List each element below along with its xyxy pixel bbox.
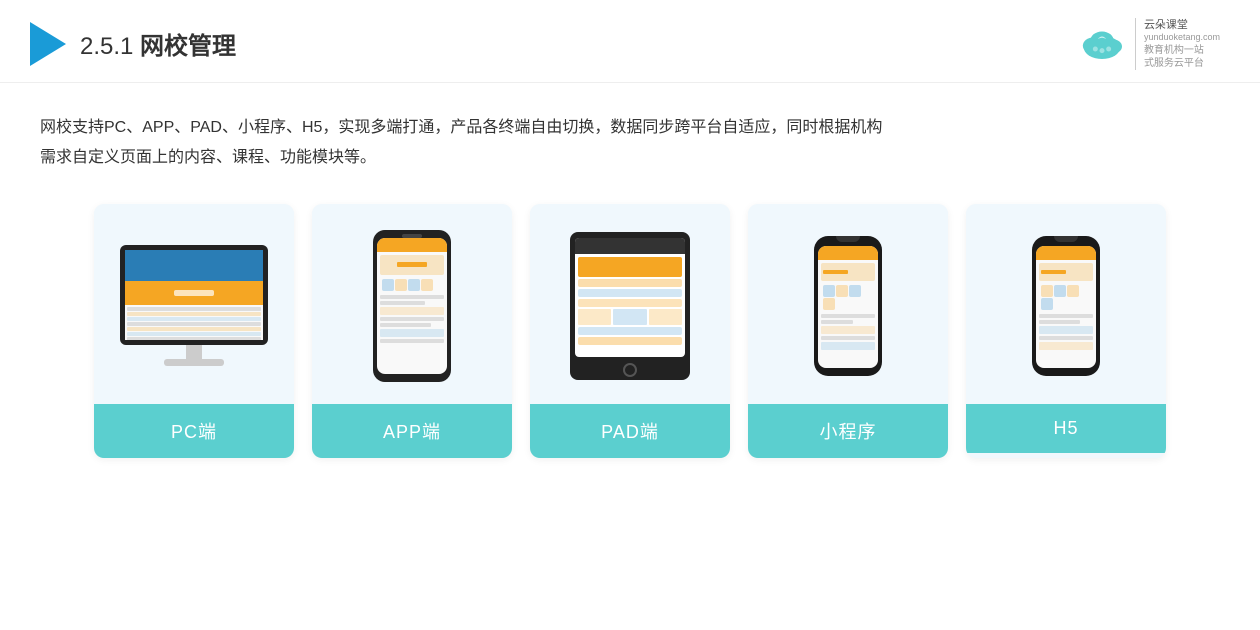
phone-device-app [373,230,451,382]
page-header: 2.5.1 网校管理 云朵课堂 yunduoketang.com 教育机构一站 … [0,0,1260,83]
card-miniprogram-image [748,204,948,404]
phone-screen-app [377,238,447,374]
description-block: 网校支持PC、APP、PAD、小程序、H5，实现多端打通，产品各终端自由切换，数… [0,83,1260,194]
pc-device [120,245,268,366]
tablet-device [570,232,690,380]
monitor-body [120,245,268,345]
card-app-label: APP端 [312,404,512,458]
phone-device-mini [814,236,882,376]
cloud-logo-icon [1077,24,1127,64]
monitor-screen [125,250,263,340]
phone-screen-mini [818,246,878,368]
tablet-body [570,232,690,380]
brand-site: yunduoketang.com [1144,32,1220,44]
card-miniprogram: 小程序 [748,204,948,458]
phone-body-h5 [1032,236,1100,376]
brand-name: 云朵课堂 [1144,18,1188,32]
card-pad-image [530,204,730,404]
card-pad-label: PAD端 [530,404,730,458]
card-app-image [312,204,512,404]
phone-body-app [373,230,451,382]
tablet-screen [575,238,685,358]
phone-body-mini [814,236,882,376]
card-h5-label: H5 [966,404,1166,453]
phone-device-h5 [1032,236,1100,376]
brand-tagline2: 式服务云平台 [1144,57,1204,70]
card-pc: PC端 [94,204,294,458]
brand-logo: 云朵课堂 yunduoketang.com 教育机构一站 式服务云平台 [1077,18,1220,70]
description-text: 网校支持PC、APP、PAD、小程序、H5，实现多端打通，产品各终端自由切换，数… [40,113,1220,174]
card-h5: H5 [966,204,1166,458]
page-title: 2.5.1 网校管理 [80,26,236,61]
brand-text: 云朵课堂 yunduoketang.com 教育机构一站 式服务云平台 [1135,18,1220,70]
monitor-stand-neck [186,345,202,359]
brand-tagline1: 教育机构一站 [1144,44,1204,57]
phone-screen-h5 [1036,246,1096,368]
card-app: APP端 [312,204,512,458]
card-miniprogram-label: 小程序 [748,404,948,458]
monitor-stand-base [164,359,224,366]
logo-arrow-icon [30,22,66,66]
card-pc-label: PC端 [94,404,294,458]
card-h5-image [966,204,1166,404]
card-pad: PAD端 [530,204,730,458]
header-left: 2.5.1 网校管理 [30,22,236,66]
card-pc-image [94,204,294,404]
device-cards-section: PC端 [0,194,1260,488]
